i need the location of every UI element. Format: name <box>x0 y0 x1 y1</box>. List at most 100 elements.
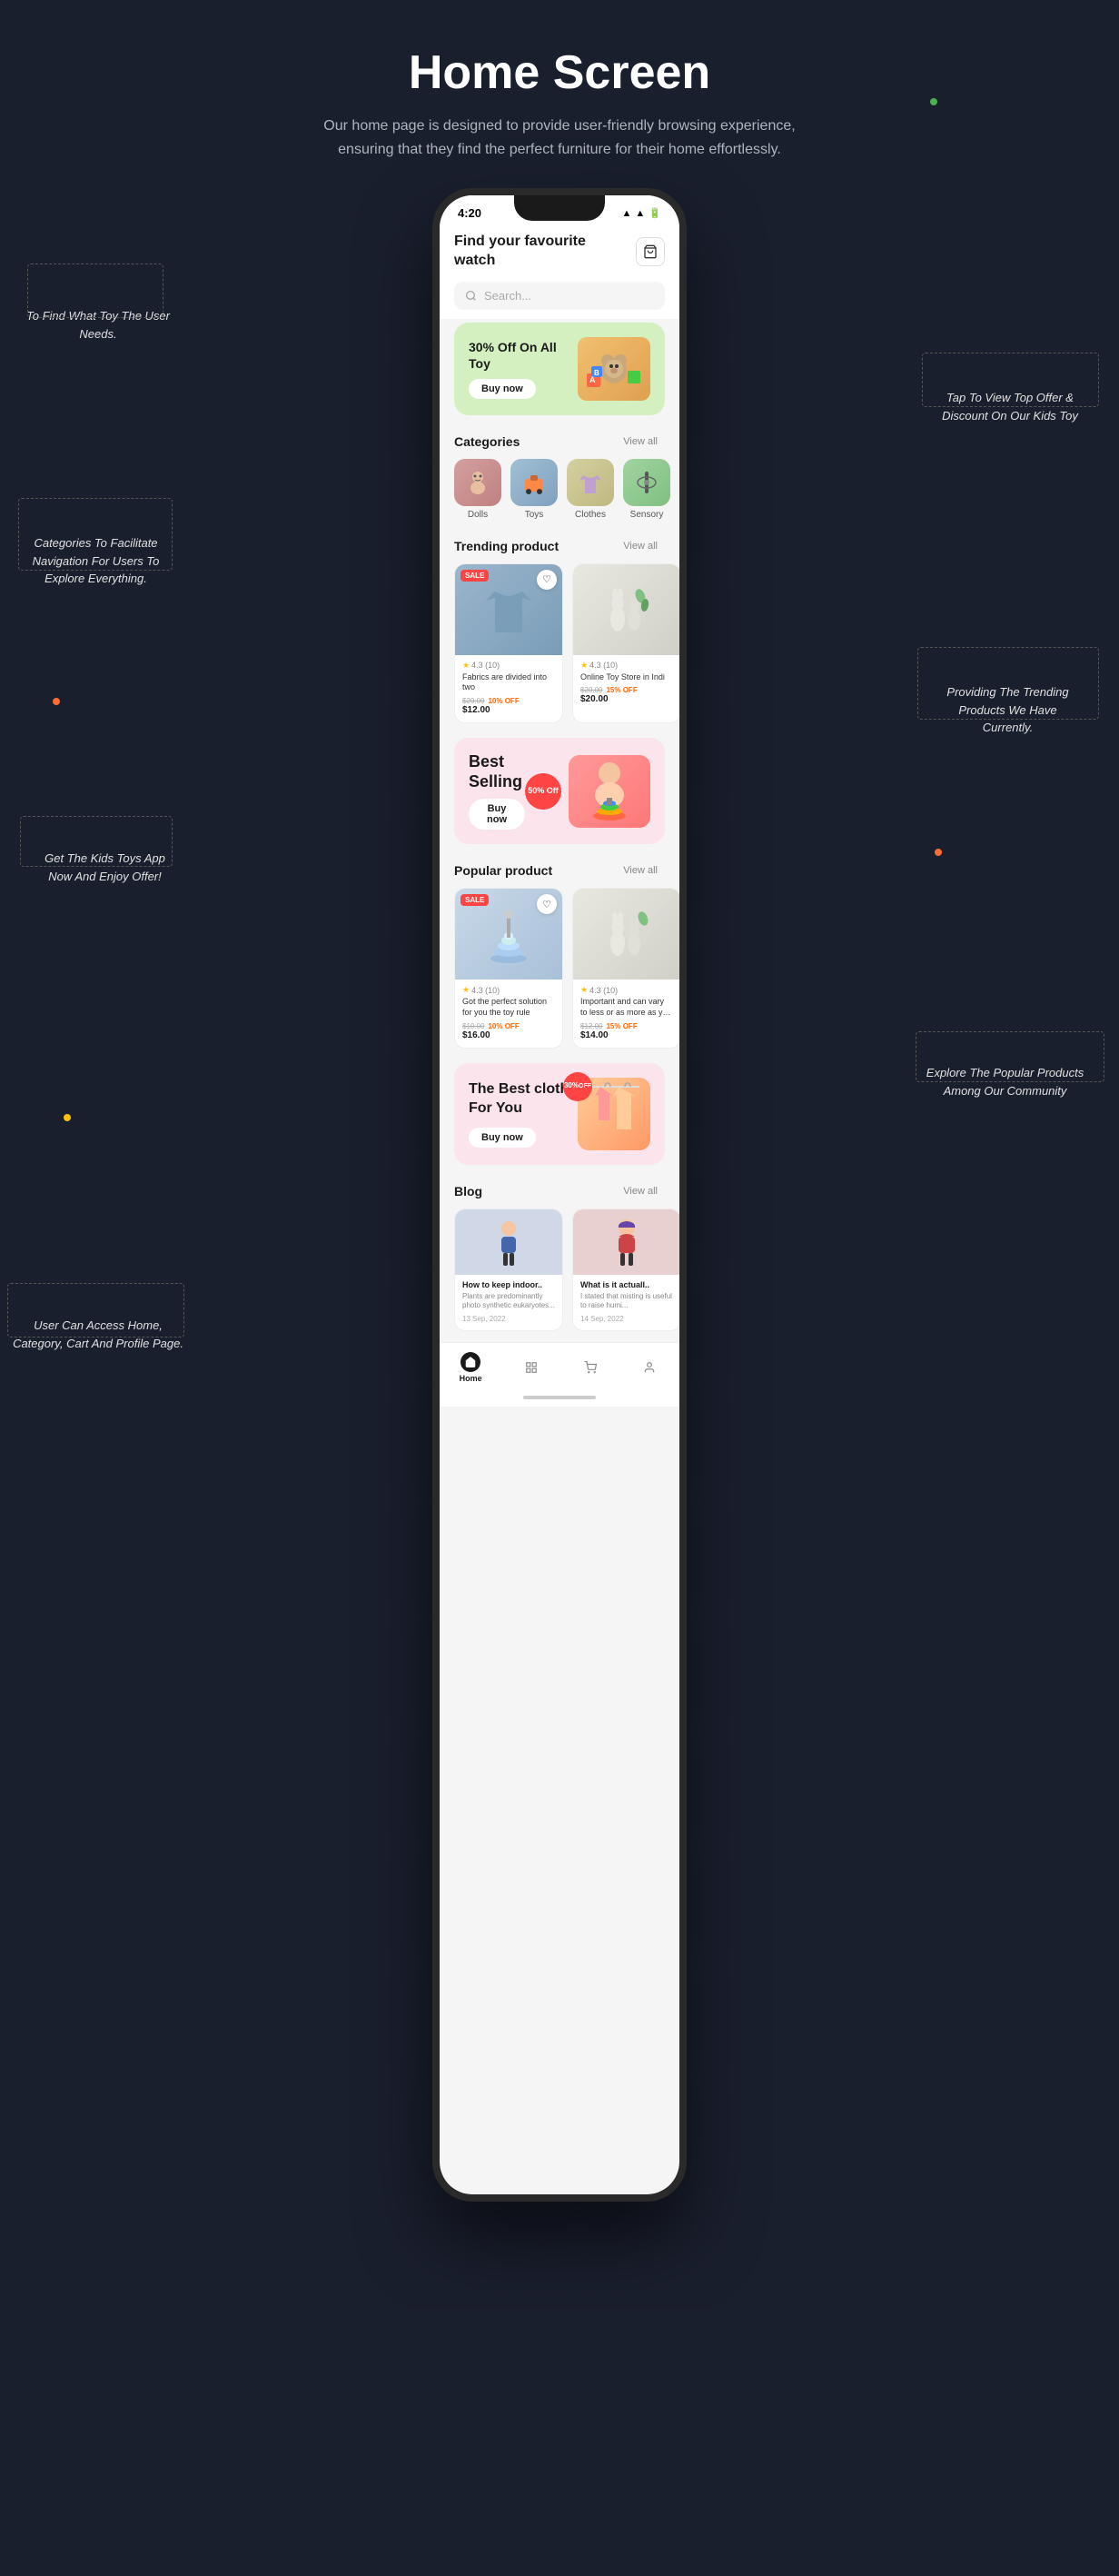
app-header-title: Find your favourite watch <box>454 233 618 271</box>
nav-home[interactable]: Home <box>460 1352 482 1383</box>
blog-post-2-desc: I stated that misting is useful to raise… <box>580 1292 673 1311</box>
price-original-2: $20.00 <box>580 686 602 694</box>
decorative-dot-2 <box>53 698 60 705</box>
category-toys[interactable]: Toys <box>510 459 558 520</box>
annotation-nav: User Can Access Home,Category, Cart And … <box>7 1317 189 1352</box>
search-box[interactable]: Search... <box>454 282 665 310</box>
trending-title: Trending product <box>454 539 559 553</box>
product-2-name: Online Toy Store in Indi <box>580 672 673 683</box>
product-1-price: $20.00 10% OFF <box>462 697 555 705</box>
trending-product-2-info: ★ 4.3 (10) Online Toy Store in Indi $20.… <box>573 655 679 712</box>
pop-product-1-price: $10.00 10% OFF <box>462 1022 555 1030</box>
phone-mockup: 4:20 ▲ ▲ 🔋 Find your favourite watch <box>432 188 687 2202</box>
annotation-find-toy: To Find What Toy The User Needs. <box>25 307 171 343</box>
fav-button-1[interactable]: ♡ <box>537 570 557 590</box>
popular-product-2-info: ★ 4.3 (10) Important and can vary to les… <box>573 980 679 1047</box>
blog-header: Blog View all <box>440 1176 679 1208</box>
cart-icon <box>643 244 658 259</box>
categories-row: Dolls Toys <box>440 459 679 531</box>
category-clothes[interactable]: Clothes <box>567 459 614 520</box>
price-original-1: $20.00 <box>462 697 484 705</box>
trending-product-2-image <box>573 564 679 655</box>
page-subtitle: Our home page is designed to provide use… <box>323 114 796 161</box>
blog-post-1-image <box>455 1209 562 1275</box>
sale-badge-1: SALE <box>460 570 489 582</box>
popular-product-2-image <box>573 889 679 980</box>
star-icon-2: ★ <box>580 661 588 671</box>
best-selling-title: Best Selling <box>469 752 525 791</box>
blog-post-1-desc: Plants are predominantly photo synthetic… <box>462 1292 555 1311</box>
pop-price-current-1: $16.00 <box>462 1030 555 1040</box>
trending-product-1-info: ★ 4.3 (10) Fabrics are divided into two … <box>455 655 562 722</box>
trending-product-1-image: SALE ♡ <box>455 564 562 655</box>
rating-text-2: 4.3 (10) <box>589 661 618 670</box>
blog-post-1[interactable]: How to keep indoor.. Plants are predomin… <box>454 1208 563 1331</box>
star-icon-1: ★ <box>462 661 470 671</box>
decorative-dot-4 <box>64 1114 71 1121</box>
trending-product-2[interactable]: ★ 4.3 (10) Online Toy Store in Indi $20.… <box>572 563 679 723</box>
pop-product-1-name: Got the perfect solution for you the toy… <box>462 997 555 1018</box>
annotation-offer: Get The Kids Toys AppNow And Enjoy Offer… <box>25 850 184 885</box>
best-selling-banner: Best Selling Buy now 50% Off <box>454 738 665 844</box>
blog-section: Blog View all <box>440 1176 679 1342</box>
best-selling-image <box>569 755 650 828</box>
trending-section: Trending product View all SALE ♡ <box>440 531 679 734</box>
popular-view-all[interactable]: View all <box>616 862 665 879</box>
cart-button[interactable] <box>636 237 665 266</box>
decorative-dot-3 <box>935 849 942 856</box>
decorative-dot-1 <box>930 98 937 105</box>
nav-profile[interactable] <box>639 1358 659 1378</box>
annotation-popular: Explore The Popular ProductsAmong Our Co… <box>907 1064 1103 1099</box>
category-dolls[interactable]: Dolls <box>454 459 501 520</box>
home-indicator-area <box>440 1388 679 1407</box>
popular-product-1-info: ★ 4.3 (10) Got the perfect solution for … <box>455 980 562 1047</box>
blog-post-1-date: 13 Sep, 2022 <box>462 1315 555 1323</box>
trending-product-1[interactable]: SALE ♡ ★ 4.3 (10) Fa <box>454 563 563 723</box>
popular-product-1-image: SALE ♡ <box>455 889 562 980</box>
rating-text-1: 4.3 (10) <box>471 661 500 670</box>
pop-product-2-rating: ★ 4.3 (10) <box>580 985 673 995</box>
trending-header: Trending product View all <box>440 531 679 563</box>
profile-icon <box>639 1358 659 1378</box>
svg-text:B: B <box>594 369 599 377</box>
cloth-text: The Best cloth For You Buy now <box>469 1080 578 1148</box>
popular-section: Popular product View all SALE ♡ <box>440 855 679 1059</box>
bottom-nav: Home <box>440 1342 679 1388</box>
popular-product-1[interactable]: SALE ♡ <box>454 888 563 1048</box>
cloth-banner: The Best cloth For You Buy now 30% OFF <box>454 1063 665 1165</box>
trending-view-all[interactable]: View all <box>616 538 665 554</box>
banner-buy-button[interactable]: Buy now <box>469 379 536 399</box>
blog-row: How to keep indoor.. Plants are predomin… <box>440 1208 679 1342</box>
blog-title: Blog <box>454 1184 482 1198</box>
nav-category[interactable] <box>521 1358 541 1378</box>
pop-product-2-name: Important and can vary to less or as mor… <box>580 997 673 1018</box>
category-clothes-label: Clothes <box>575 510 606 520</box>
best-selling-button[interactable]: Buy now <box>469 799 525 830</box>
popular-product-2[interactable]: ★ 4.3 (10) Important and can vary to les… <box>572 888 679 1048</box>
price-current-2: $20.00 <box>580 694 673 704</box>
cloth-buy-button[interactable]: Buy now <box>469 1128 536 1148</box>
status-icons: ▲ ▲ 🔋 <box>622 207 661 219</box>
annotation-top-offer: Tap To View Top Offer &Discount On Our K… <box>919 389 1101 424</box>
phone-notch <box>514 195 605 221</box>
category-sensory[interactable]: Sensory <box>623 459 670 520</box>
blog-post-2[interactable]: What is it actuall.. I stated that misti… <box>572 1208 679 1331</box>
search-icon <box>465 290 477 302</box>
home-indicator <box>523 1396 596 1399</box>
price-current-1: $12.00 <box>462 705 555 715</box>
blog-post-1-info: How to keep indoor.. Plants are predomin… <box>455 1275 562 1330</box>
blog-view-all[interactable]: View all <box>616 1183 665 1199</box>
categories-view-all[interactable]: View all <box>616 433 665 450</box>
product-1-name: Fabrics are divided into two <box>462 672 555 693</box>
category-toys-label: Toys <box>525 510 544 520</box>
nav-cart[interactable] <box>580 1358 600 1378</box>
sale-badge-pop-1: SALE <box>460 894 489 906</box>
fav-button-pop-1[interactable]: ♡ <box>537 894 557 914</box>
app-header: Find your favourite watch <box>440 224 679 278</box>
popular-title: Popular product <box>454 863 552 878</box>
blog-post-2-title: What is it actuall.. <box>580 1280 673 1289</box>
phone-frame: 4:20 ▲ ▲ 🔋 Find your favourite watch <box>432 188 687 2202</box>
banner-text: 30% Off On All Toy Buy now <box>469 339 578 399</box>
cloth-badge: 30% OFF <box>563 1072 592 1101</box>
best-selling-text: Best Selling Buy now <box>469 752 525 830</box>
